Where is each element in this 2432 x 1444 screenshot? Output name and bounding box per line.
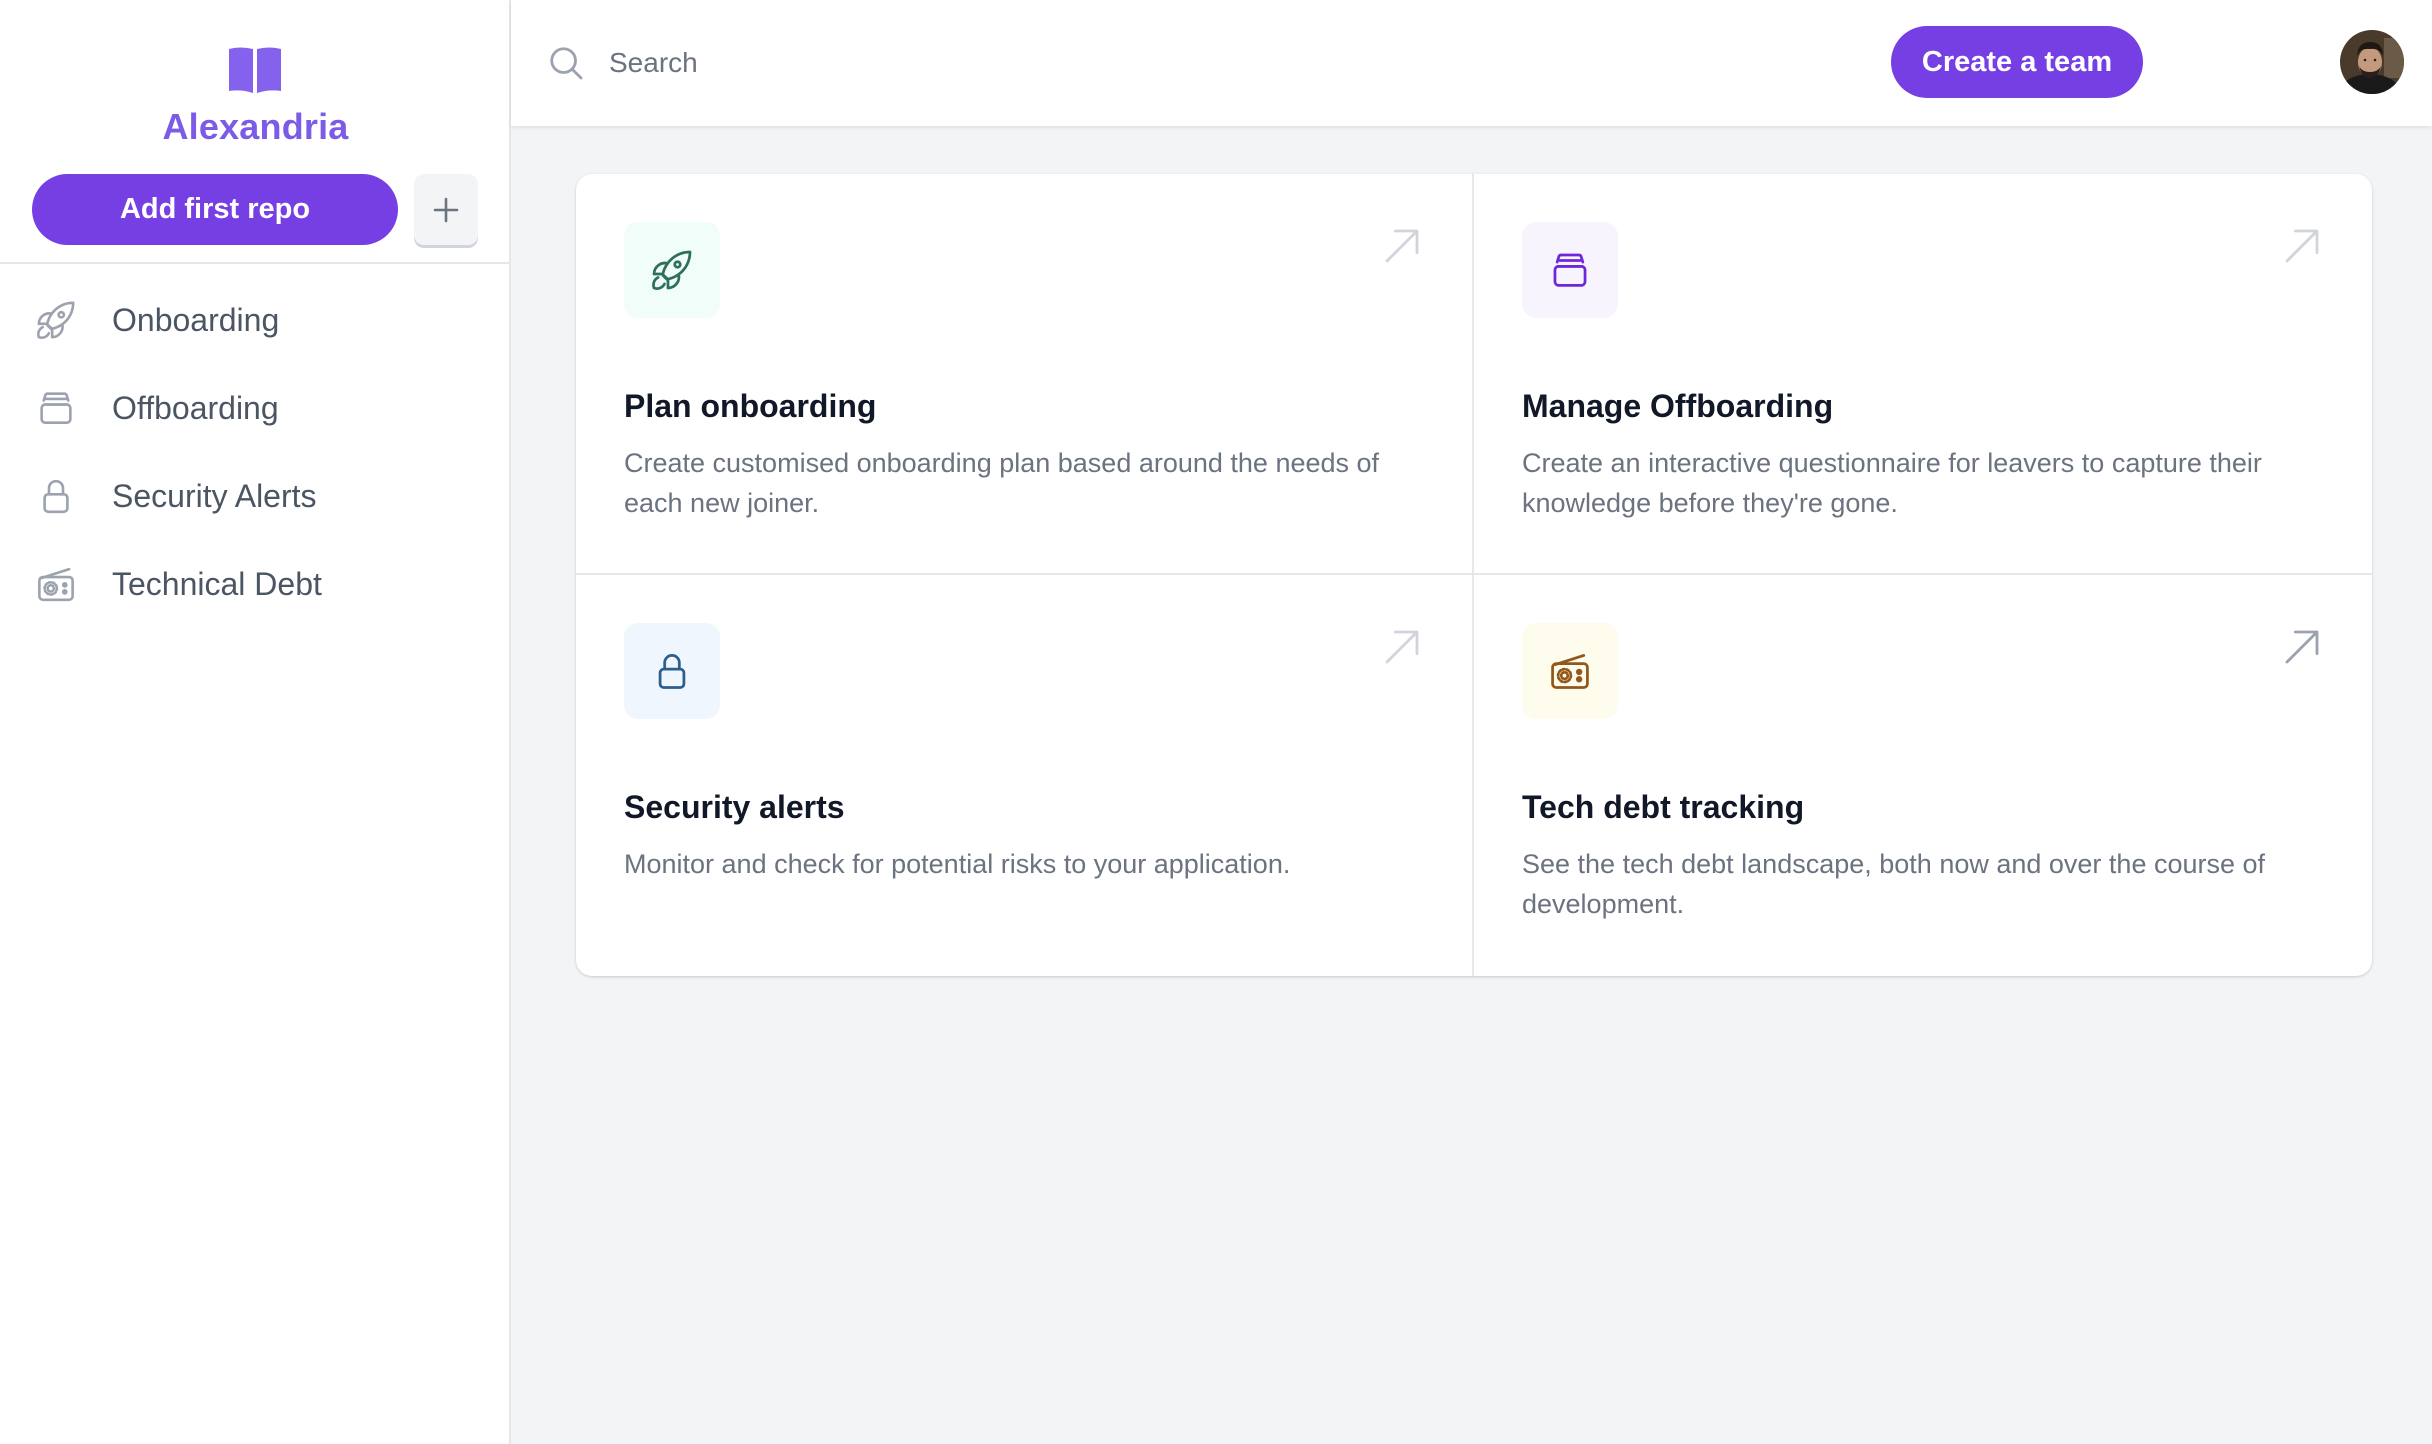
card-icon-box <box>624 623 720 719</box>
card-description: Create an interactive questionnaire for … <box>1522 448 2262 518</box>
book-open-icon <box>229 47 281 93</box>
sidebar-item-label: Security Alerts <box>112 477 317 514</box>
rocket-icon <box>652 250 692 290</box>
sidebar-nav: Onboarding Offboarding Security Alerts T… <box>0 276 509 628</box>
lock-icon <box>34 474 78 518</box>
add-button[interactable] <box>414 174 478 245</box>
sidebar-item-offboarding[interactable]: Offboarding <box>0 364 509 452</box>
lock-icon <box>658 654 686 689</box>
user-avatar[interactable] <box>2340 30 2404 94</box>
create-team-button[interactable]: Create a team <box>1891 26 2143 98</box>
sidebar-item-onboarding[interactable]: Onboarding <box>0 276 509 364</box>
card-manage-offboarding[interactable]: Manage Offboarding Create an interactive… <box>1474 174 2372 575</box>
radio-icon <box>1551 654 1589 689</box>
card-description: See the tech debt landscape, both now an… <box>1522 849 2266 919</box>
card-description: Monitor and check for potential risks to… <box>624 849 1291 879</box>
arrow-up-right-icon[interactable] <box>2282 627 2322 667</box>
sidebar-item-label: Onboarding <box>112 301 280 338</box>
arrow-up-right-icon[interactable] <box>1382 226 1422 266</box>
card-description: Create customised onboarding plan based … <box>624 448 1380 518</box>
archive-stack-icon <box>1553 253 1587 287</box>
brand-name: Alexandria <box>162 106 349 147</box>
sidebar-item-label: Offboarding <box>112 389 279 426</box>
sidebar-item-label: Technical Debt <box>112 565 322 602</box>
card-plan-onboarding[interactable]: Plan onboarding Create customised onboar… <box>576 174 1474 575</box>
sidebar-divider <box>0 262 509 264</box>
card-tech-debt-tracking[interactable]: Tech debt tracking See the tech debt lan… <box>1474 575 2372 976</box>
search-input[interactable] <box>609 36 1509 90</box>
card-title: Tech debt tracking <box>1522 789 1805 825</box>
top-bar: Create a team <box>511 0 2432 126</box>
add-first-repo-button[interactable]: Add first repo <box>32 174 398 245</box>
rocket-icon <box>34 298 78 342</box>
card-title: Plan onboarding <box>624 388 877 424</box>
radio-icon <box>34 562 78 606</box>
plus-icon <box>433 197 459 222</box>
card-icon-box <box>1522 623 1618 719</box>
card-icon-box <box>1522 222 1618 318</box>
card-security-alerts[interactable]: Security alerts Monitor and check for po… <box>576 575 1474 976</box>
search-icon <box>550 47 583 80</box>
card-icon-box <box>624 222 720 318</box>
sidebar: Alexandria Add first repo Onboarding Off… <box>0 0 511 1444</box>
arrow-up-right-icon[interactable] <box>2282 226 2322 266</box>
archive-stack-icon <box>34 386 78 430</box>
feature-cards-grid: Plan onboarding Create customised onboar… <box>576 174 2372 976</box>
arrow-up-right-icon[interactable] <box>1382 627 1422 667</box>
card-title: Security alerts <box>624 789 845 825</box>
card-title: Manage Offboarding <box>1522 388 1834 424</box>
sidebar-item-security-alerts[interactable]: Security Alerts <box>0 452 509 540</box>
sidebar-item-technical-debt[interactable]: Technical Debt <box>0 540 509 628</box>
